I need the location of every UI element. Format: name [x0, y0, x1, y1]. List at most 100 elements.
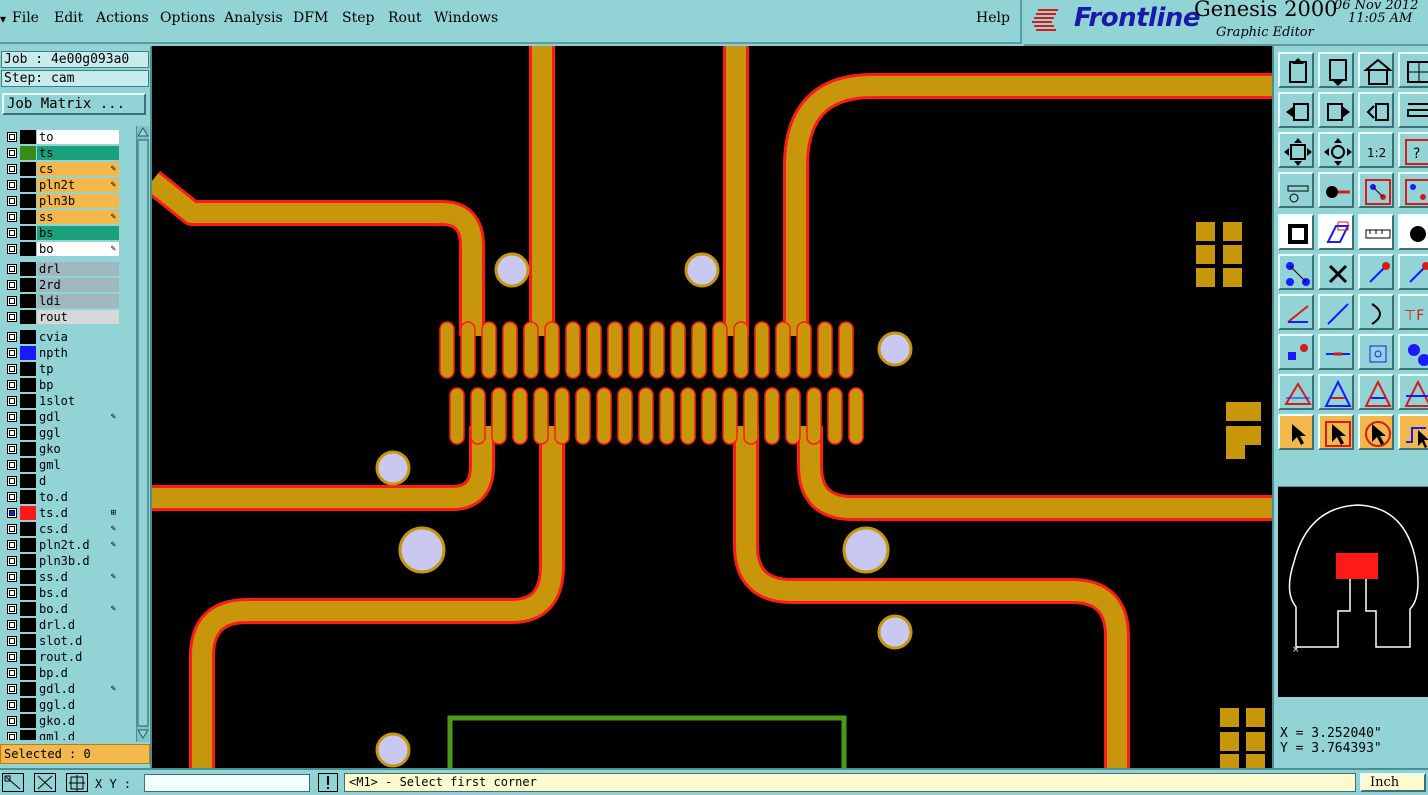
layer-row[interactable]: rout	[0, 309, 136, 325]
pad-text-button[interactable]: ⊤F	[1398, 294, 1428, 330]
layer-checkbox[interactable]	[7, 524, 17, 534]
layer-name[interactable]: pln3b	[37, 194, 119, 208]
layer-row[interactable]: bp.d	[0, 665, 136, 681]
flip-button[interactable]	[1358, 92, 1394, 128]
layer-checkbox[interactable]	[7, 196, 17, 206]
layer-checkbox[interactable]	[7, 700, 17, 710]
layer-checkbox[interactable]	[7, 460, 17, 470]
layer-color-swatch[interactable]	[20, 426, 36, 440]
layer-name[interactable]: bs	[37, 226, 119, 240]
window-button[interactable]	[1398, 52, 1428, 88]
layer-checkbox[interactable]	[7, 212, 17, 222]
layer-name[interactable]: to	[37, 130, 119, 144]
layer-color-swatch[interactable]	[20, 242, 36, 256]
layer-color-swatch[interactable]	[20, 650, 36, 664]
layer-checkbox[interactable]	[7, 732, 17, 740]
layer-color-swatch[interactable]	[20, 490, 36, 504]
layer-color-swatch[interactable]	[20, 666, 36, 680]
layer-color-swatch[interactable]	[20, 394, 36, 408]
menu-help[interactable]: Help	[976, 10, 1010, 26]
layer-row[interactable]: tp	[0, 361, 136, 377]
layer-checkbox[interactable]	[7, 588, 17, 598]
layer-checkbox[interactable]	[7, 572, 17, 582]
layer-row[interactable]: cvia	[0, 329, 136, 345]
layer-row[interactable]: ss ✎	[0, 209, 136, 225]
layer-name[interactable]: cvia	[37, 330, 119, 344]
layer-name[interactable]: pln2t.d ✎	[37, 538, 119, 552]
layer-row[interactable]: pln2t ✎	[0, 177, 136, 193]
layer-color-swatch[interactable]	[20, 294, 36, 308]
layer-row[interactable]: ts.d ⊞	[0, 505, 136, 521]
layer-name[interactable]: rout.d	[37, 650, 119, 664]
layer-row[interactable]: slot.d	[0, 633, 136, 649]
layer-checkbox[interactable]	[7, 412, 17, 422]
layer-row[interactable]: 1slot	[0, 393, 136, 409]
stretch-button[interactable]	[1318, 334, 1354, 370]
layer-color-swatch[interactable]	[20, 586, 36, 600]
layer-color-swatch[interactable]	[20, 410, 36, 424]
layer-row[interactable]: ggl.d	[0, 697, 136, 713]
layer-color-swatch[interactable]	[20, 522, 36, 536]
info-button[interactable]	[318, 773, 338, 792]
page-down-button[interactable]	[1318, 52, 1354, 88]
pan-right-button[interactable]	[1318, 92, 1354, 128]
layer-row[interactable]: ggl	[0, 425, 136, 441]
layer-row[interactable]: gml	[0, 457, 136, 473]
zoom-fit-button[interactable]	[1278, 132, 1314, 168]
layer-name[interactable]: bp	[37, 378, 119, 392]
layer-checkbox[interactable]	[7, 476, 17, 486]
layer-row[interactable]: gko.d	[0, 713, 136, 729]
layer-checkbox[interactable]	[7, 164, 17, 174]
layer-row[interactable]: bo ✎	[0, 241, 136, 257]
ruler-button[interactable]	[1358, 214, 1394, 250]
grid-button[interactable]	[66, 773, 88, 792]
layer-name[interactable]: ldi	[37, 294, 119, 308]
a-2-button[interactable]	[1358, 374, 1394, 410]
layer-name[interactable]: drl	[37, 262, 119, 276]
layer-name[interactable]: 2rd	[37, 278, 119, 292]
layer-color-swatch[interactable]	[20, 538, 36, 552]
slice-button[interactable]	[1398, 92, 1428, 128]
fill-button[interactable]	[1278, 214, 1314, 250]
layer-row[interactable]: bs.d	[0, 585, 136, 601]
target-button[interactable]	[1358, 334, 1394, 370]
layer-checkbox[interactable]	[7, 652, 17, 662]
layer-color-swatch[interactable]	[20, 330, 36, 344]
layer-color-swatch[interactable]	[20, 714, 36, 728]
move-button[interactable]	[1278, 334, 1314, 370]
layer-name[interactable]: gml	[37, 458, 119, 472]
job-matrix-button[interactable]: Job Matrix ...	[2, 93, 146, 115]
layer-checkbox[interactable]	[7, 668, 17, 678]
layer-color-swatch[interactable]	[20, 602, 36, 616]
overview-map[interactable]: ×	[1278, 486, 1428, 697]
layer-checkbox[interactable]	[7, 492, 17, 502]
menu-windows[interactable]: Windows	[434, 10, 498, 26]
a-button[interactable]	[1318, 374, 1354, 410]
layer-checkbox[interactable]	[7, 556, 17, 566]
triangle-button[interactable]	[1278, 374, 1314, 410]
layer-row[interactable]: to.d	[0, 489, 136, 505]
arc-button[interactable]	[1358, 294, 1394, 330]
layer-checkbox[interactable]	[7, 280, 17, 290]
connect-button[interactable]	[1278, 254, 1314, 290]
select-round-button[interactable]	[1358, 414, 1394, 450]
layer-color-swatch[interactable]	[20, 570, 36, 584]
layer-checkbox[interactable]	[7, 716, 17, 726]
layer-row[interactable]: bo.d ✎	[0, 601, 136, 617]
layer-row[interactable]: d	[0, 473, 136, 489]
layer-color-swatch[interactable]	[20, 310, 36, 324]
layer-checkbox[interactable]	[7, 540, 17, 550]
layer-name[interactable]: pln2t ✎	[37, 178, 119, 192]
layer-checkbox[interactable]	[7, 508, 17, 518]
layer-color-swatch[interactable]	[20, 730, 36, 740]
a-3-button[interactable]	[1398, 374, 1428, 410]
layer-name[interactable]: gml.d	[37, 730, 119, 740]
snap-pad-button[interactable]	[1358, 172, 1394, 208]
menu-file[interactable]: File	[12, 10, 39, 26]
menu-options[interactable]: Options	[160, 10, 215, 26]
layer-name[interactable]: gdl ✎	[37, 410, 119, 424]
menu-dfm[interactable]: DFM	[293, 10, 328, 26]
layer-color-swatch[interactable]	[20, 458, 36, 472]
layer-checkbox[interactable]	[7, 332, 17, 342]
ratio-button[interactable]: 1:2	[1358, 132, 1394, 168]
